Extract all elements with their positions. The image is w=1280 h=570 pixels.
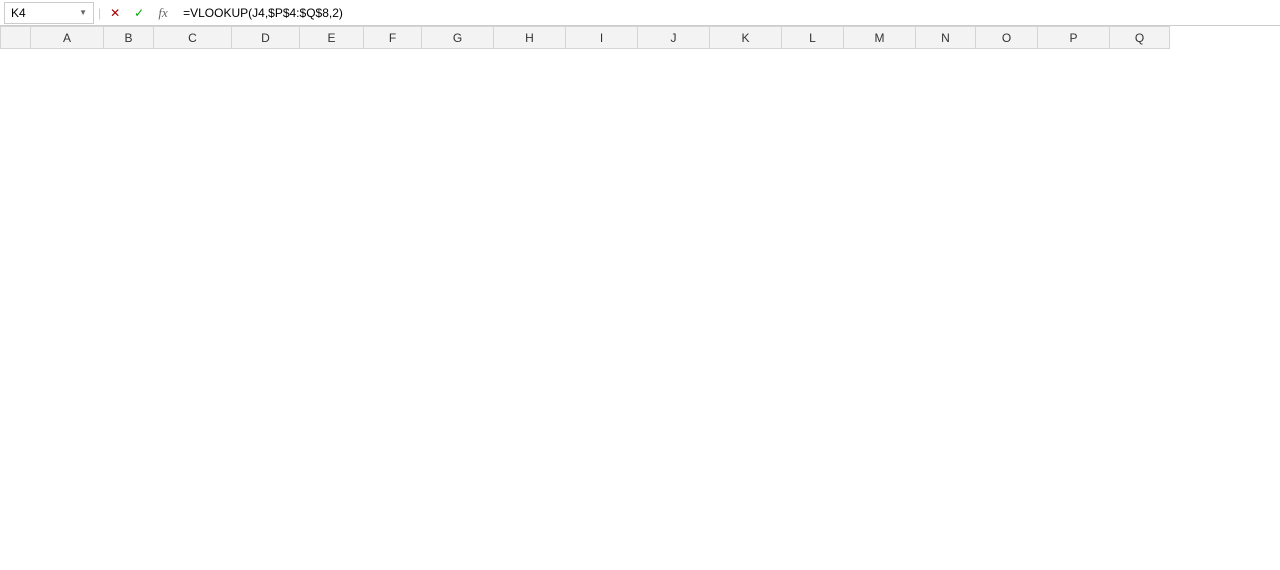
- column-header[interactable]: C: [154, 27, 232, 49]
- divider: |: [98, 6, 101, 20]
- column-header[interactable]: F: [364, 27, 422, 49]
- column-header[interactable]: B: [104, 27, 154, 49]
- column-header[interactable]: K: [710, 27, 782, 49]
- column-header[interactable]: E: [300, 27, 364, 49]
- column-header[interactable]: D: [232, 27, 300, 49]
- formula-bar: K4 ▼ | ✕ ✓ fx: [0, 0, 1280, 26]
- accept-formula-button[interactable]: ✓: [129, 3, 149, 23]
- column-header[interactable]: O: [976, 27, 1038, 49]
- spreadsheet-grid[interactable]: ABCDEFGHIJKLMNOPQ +: [0, 26, 1280, 49]
- column-header[interactable]: I: [566, 27, 638, 49]
- column-header[interactable]: J: [638, 27, 710, 49]
- column-header[interactable]: A: [31, 27, 104, 49]
- column-header[interactable]: N: [916, 27, 976, 49]
- formula-input[interactable]: [177, 2, 1276, 24]
- select-all-corner[interactable]: [1, 27, 31, 49]
- column-header[interactable]: G: [422, 27, 494, 49]
- fx-icon: fx: [158, 5, 167, 21]
- chevron-down-icon[interactable]: ▼: [79, 8, 87, 17]
- column-header[interactable]: H: [494, 27, 566, 49]
- column-header[interactable]: Q: [1110, 27, 1170, 49]
- column-header[interactable]: M: [844, 27, 916, 49]
- cancel-formula-button[interactable]: ✕: [105, 3, 125, 23]
- fx-button[interactable]: fx: [153, 3, 173, 23]
- name-box[interactable]: K4 ▼: [4, 2, 94, 24]
- cell-reference: K4: [11, 6, 26, 20]
- column-header[interactable]: P: [1038, 27, 1110, 49]
- column-header[interactable]: L: [782, 27, 844, 49]
